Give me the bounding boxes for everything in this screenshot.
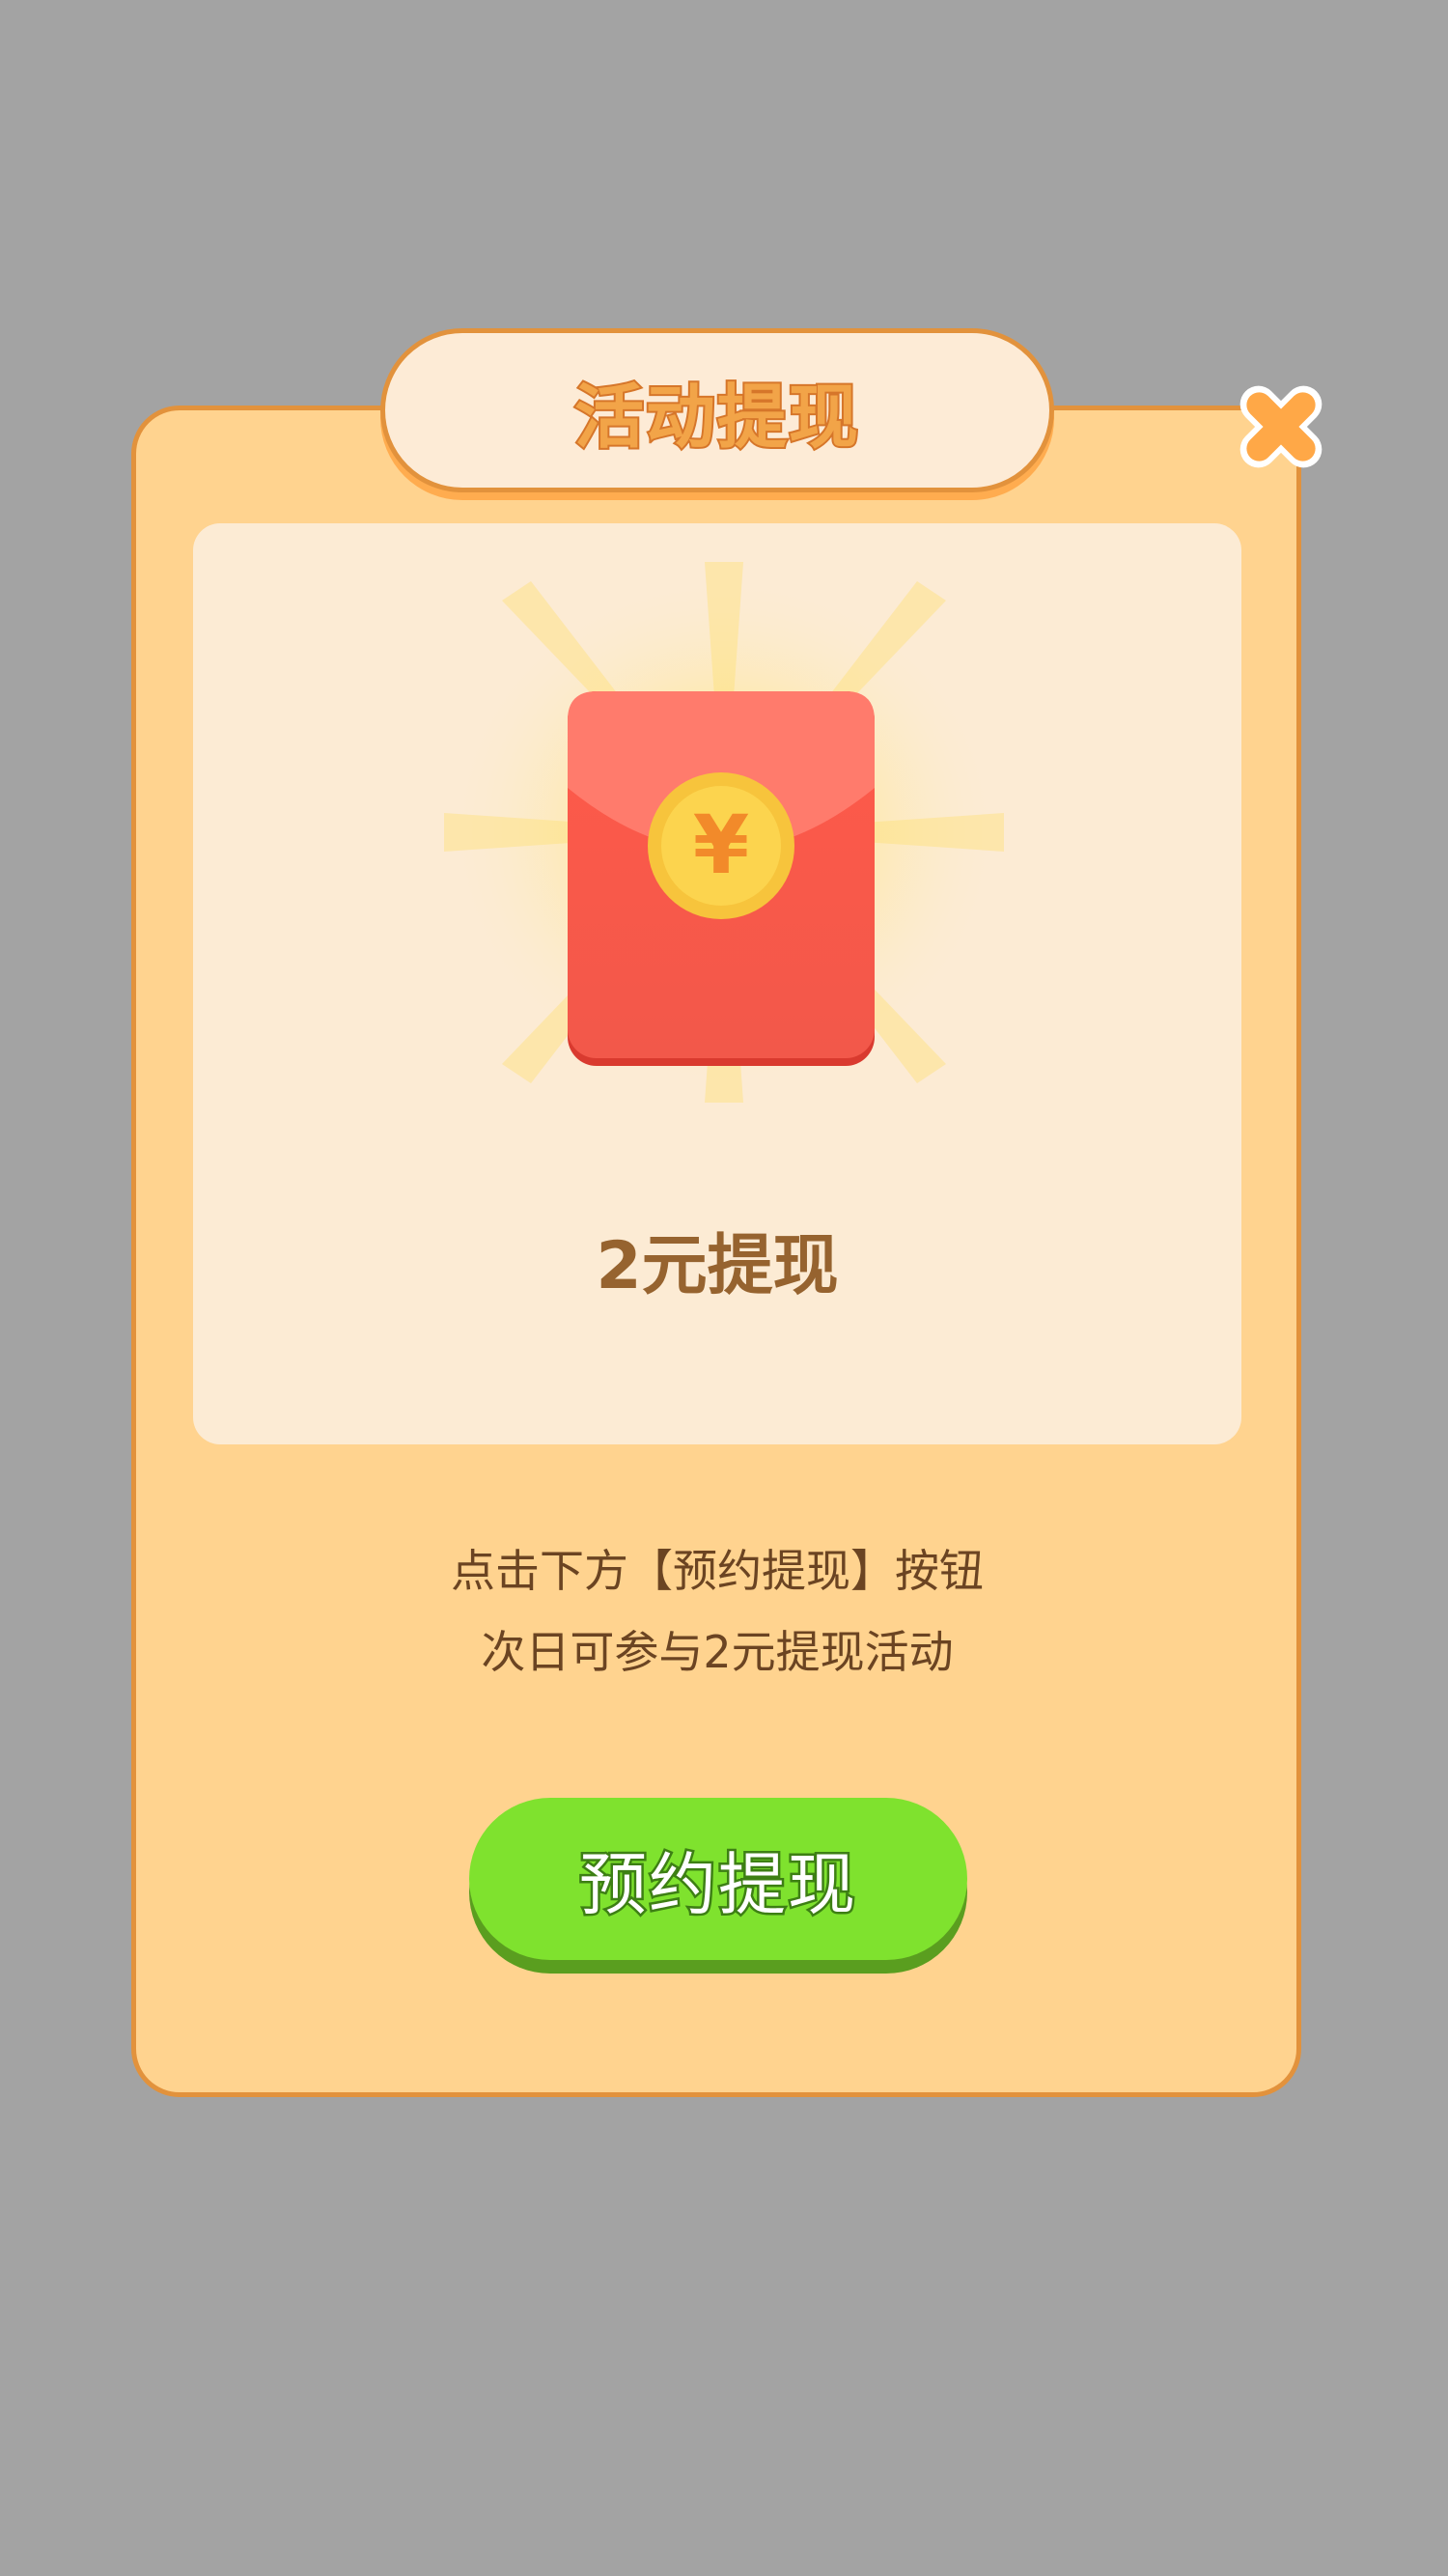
coin-symbol: ¥: [693, 798, 749, 892]
description-line-2: 次日可参与2元提现活动: [481, 1626, 954, 1678]
reward-amount: 2元提现: [596, 1228, 839, 1304]
description: 点击下方【预约提现】按钮 次日可参与2元提现活动: [193, 1530, 1241, 1693]
dialog-title: 活动提现: [572, 375, 860, 460]
close-button[interactable]: [1221, 367, 1341, 487]
dialog-title-pill: 活动提现: [380, 328, 1054, 492]
close-icon: [1239, 385, 1323, 468]
reserve-withdraw-button[interactable]: 预约提现: [469, 1798, 967, 1960]
red-envelope-icon: ¥: [568, 691, 875, 1066]
reserve-withdraw-label: 预约提现: [577, 1842, 858, 1926]
description-line-1: 点击下方【预约提现】按钮: [451, 1545, 984, 1597]
